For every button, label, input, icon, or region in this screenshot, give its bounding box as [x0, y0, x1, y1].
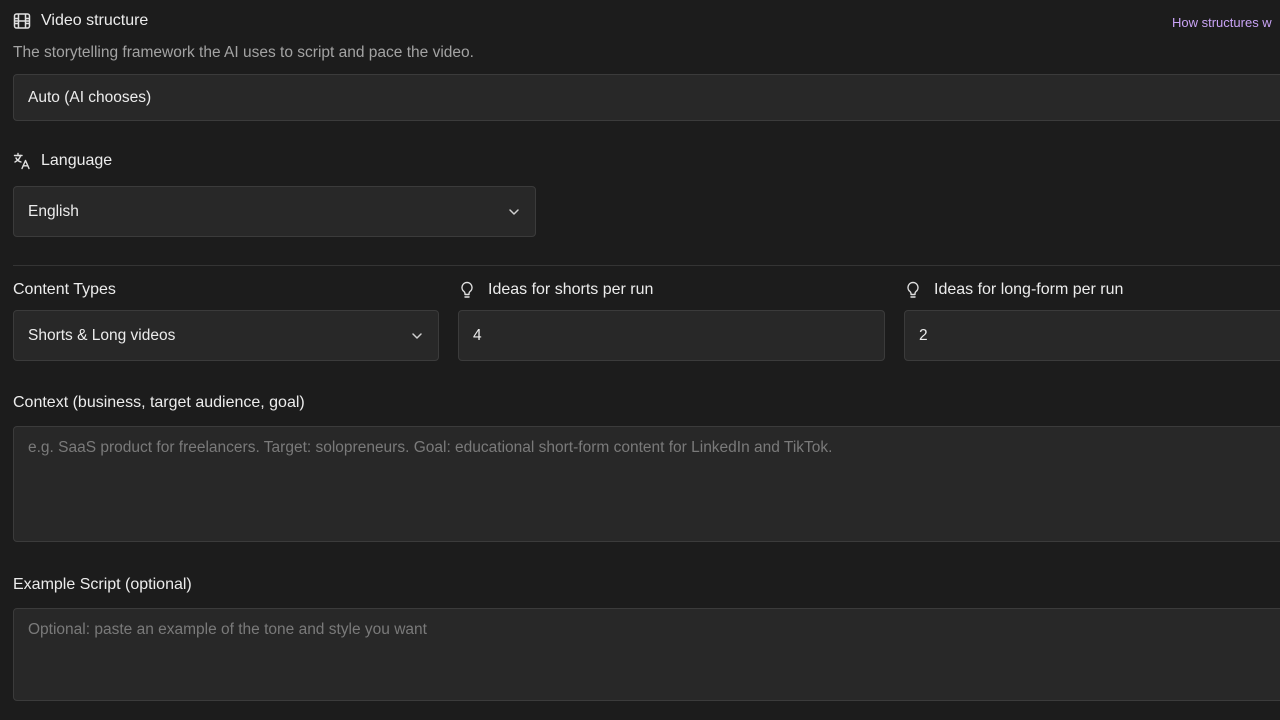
- language-value: English: [28, 202, 79, 220]
- language-title: Language: [41, 152, 113, 169]
- example-script-placeholder: Optional: paste an example of the tone a…: [28, 621, 427, 638]
- ideas-shorts-input[interactable]: 4: [458, 310, 885, 361]
- video-structure-description: The storytelling framework the AI uses t…: [13, 44, 474, 61]
- video-structure-select[interactable]: Auto (AI chooses): [13, 74, 1280, 121]
- lightbulb-icon: [459, 281, 477, 299]
- ideas-long-label: Ideas for long-form per run: [934, 281, 1124, 298]
- language-select[interactable]: English: [13, 186, 536, 237]
- content-types-label: Content Types: [13, 281, 116, 298]
- video-structure-header: Video structure: [13, 12, 148, 30]
- settings-panel: Video structure How structures w The sto…: [0, 0, 1280, 720]
- lightbulb-icon: [905, 281, 923, 299]
- section-divider: [13, 265, 1280, 266]
- how-structures-work-link[interactable]: How structures w: [1172, 15, 1272, 30]
- context-label: Context (business, target audience, goal…: [13, 394, 305, 411]
- example-script-label: Example Script (optional): [13, 576, 192, 593]
- content-types-value: Shorts & Long videos: [28, 326, 176, 344]
- language-header: Language: [13, 152, 112, 170]
- context-placeholder: e.g. SaaS product for freelancers. Targe…: [28, 439, 833, 456]
- ideas-shorts-label: Ideas for shorts per run: [488, 281, 654, 298]
- ideas-long-value: 2: [919, 326, 928, 344]
- video-structure-title: Video structure: [41, 12, 149, 29]
- context-textarea[interactable]: e.g. SaaS product for freelancers. Targe…: [13, 426, 1280, 542]
- video-structure-value: Auto (AI chooses): [28, 88, 152, 106]
- translate-icon: [13, 152, 31, 170]
- chevron-down-icon: [507, 205, 521, 219]
- ideas-long-input[interactable]: 2: [904, 310, 1280, 361]
- ideas-shorts-value: 4: [473, 326, 482, 344]
- example-script-textarea[interactable]: Optional: paste an example of the tone a…: [13, 608, 1280, 701]
- chevron-down-icon: [410, 329, 424, 343]
- ideas-shorts-header: Ideas for shorts per run: [459, 281, 653, 299]
- film-icon: [13, 12, 31, 30]
- content-types-select[interactable]: Shorts & Long videos: [13, 310, 439, 361]
- ideas-long-header: Ideas for long-form per run: [905, 281, 1123, 299]
